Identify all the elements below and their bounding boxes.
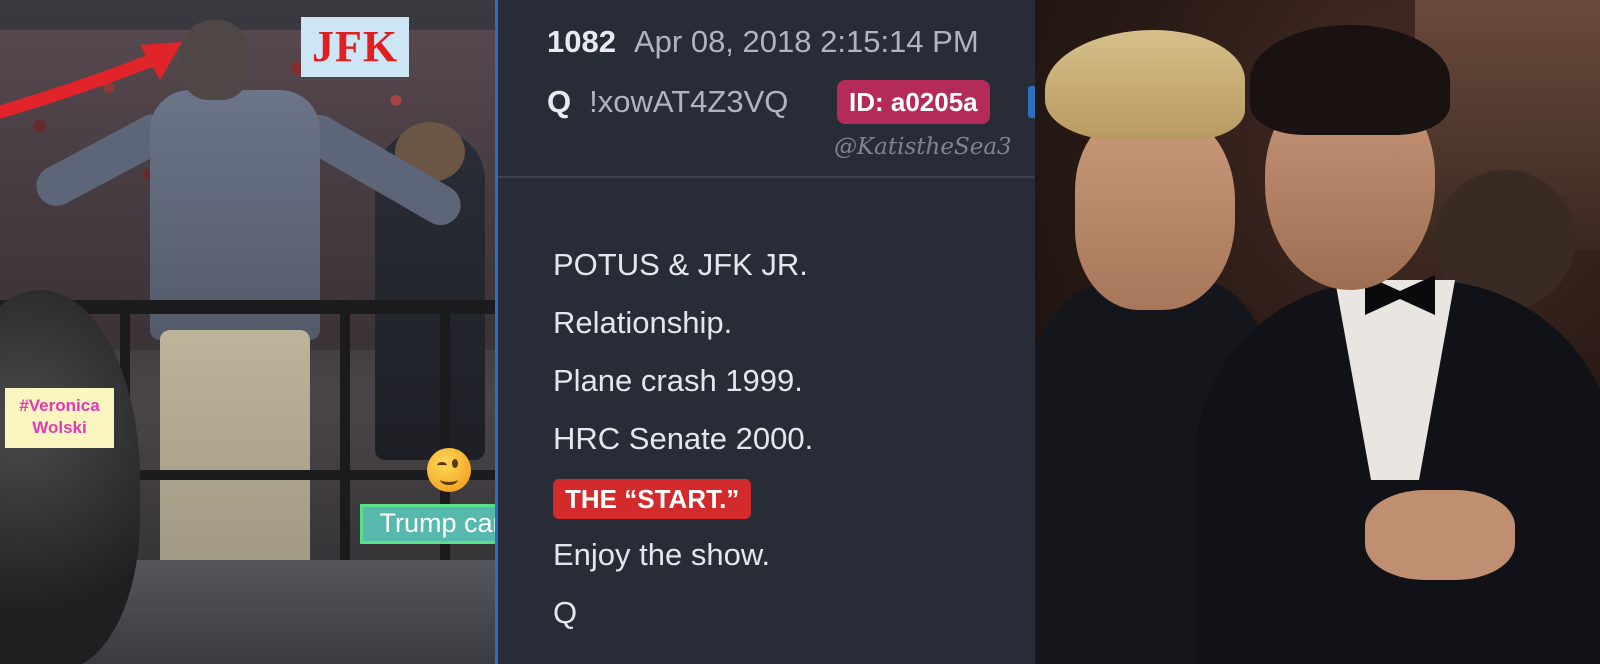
post-line: Enjoy the show. (553, 537, 771, 572)
left-photo-panel: JFK #Veronica Wolski Trump card (0, 0, 495, 664)
post-date: Apr 08, 2018 2:15:14 PM (633, 24, 979, 59)
watermark: @KatistheSea3 (834, 134, 1012, 160)
post-line: HRC Senate 2000. (553, 421, 814, 456)
post-body: POTUS & JFK JR. Relationship. Plane cras… (553, 236, 1023, 642)
right-photo-panel (1035, 0, 1600, 664)
veronica-label-line2: Wolski (32, 418, 87, 437)
trump-card-label: Trump card (360, 504, 495, 544)
post-signature: Q (553, 595, 578, 630)
post-line: POTUS & JFK JR. (553, 247, 808, 282)
q-post-panel: 1082 Apr 08, 2018 2:15:14 PM Q !xowAT4Z3VQ… (498, 0, 1035, 664)
post-id-badge[interactable]: ID: a0205a (837, 80, 990, 124)
start-badge: THE “START.” (553, 478, 752, 519)
right-man-hair (1250, 25, 1450, 135)
post-header: 1082 Apr 08, 2018 2:15:14 PM (547, 22, 979, 62)
left-man-hair (1045, 30, 1245, 140)
winking-face-icon (427, 448, 471, 492)
post-line: Relationship. (553, 305, 733, 340)
post-divider (498, 176, 1035, 178)
id-badge-stub (1028, 86, 1035, 118)
left-man-face (1075, 110, 1235, 310)
jfk-label: JFK (301, 17, 409, 77)
veronica-label-line1: #Veronica (19, 396, 100, 415)
collage-canvas: JFK #Veronica Wolski Trump card 1082 Apr … (0, 0, 1600, 664)
post-line-start: THE “START.” (553, 468, 1023, 526)
post-author: Q (547, 84, 572, 119)
right-man-hand (1365, 490, 1515, 580)
post-tripcode: !xowAT4Z3VQ (589, 84, 789, 119)
post-line: Plane crash 1999. (553, 363, 803, 398)
post-author-row: Q !xowAT4Z3VQ (547, 80, 788, 124)
red-arrow-icon (0, 42, 182, 119)
post-number[interactable]: 1082 (547, 24, 616, 59)
veronica-wolski-label: #Veronica Wolski (5, 388, 114, 448)
